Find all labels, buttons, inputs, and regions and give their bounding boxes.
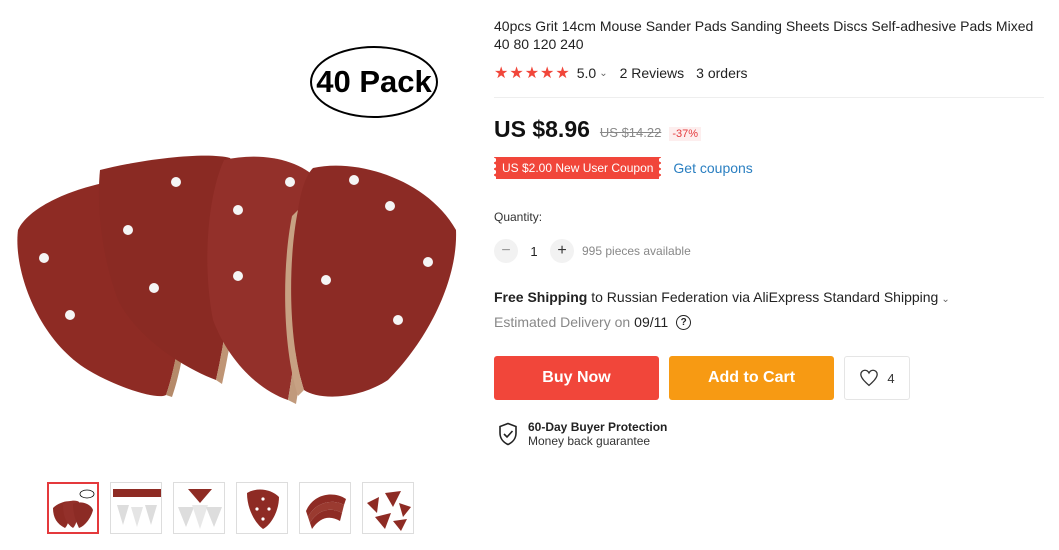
original-price: US $14.22 — [599, 125, 662, 140]
thumbnail-3[interactable] — [173, 482, 225, 534]
get-coupons-link[interactable]: Get coupons — [673, 160, 752, 176]
divider — [494, 97, 1044, 98]
help-icon[interactable]: ? — [676, 314, 692, 330]
rating-value[interactable]: 5.0 — [577, 65, 596, 81]
orders-count: 3 orders — [696, 65, 748, 81]
thumbnail-6[interactable] — [362, 482, 414, 534]
thumbnail-strip — [47, 482, 414, 534]
delivery-date: 09/11 — [634, 314, 669, 330]
wishlist-button[interactable]: 4 — [844, 356, 910, 400]
quantity-increase-button[interactable]: + — [550, 239, 574, 263]
quantity-stepper: − 1 + 995 pieces available — [494, 239, 691, 263]
thumbnail-2[interactable] — [110, 482, 162, 534]
delivery-label: Estimated Delivery on — [494, 314, 631, 330]
price-row: US $8.96 US $14.22 -37% — [494, 116, 702, 143]
rating-row: ★★★★★ 5.0 ⌄ 2 Reviews 3 orders — [494, 63, 748, 83]
shipping-destination: to Russian Federation via AliExpress Sta… — [587, 289, 939, 305]
product-gallery: 40 Pack — [0, 0, 480, 550]
new-user-coupon[interactable]: US $2.00 New User Coupon — [491, 157, 664, 179]
chevron-down-icon[interactable]: ⌄ — [599, 68, 607, 79]
current-price: US $8.96 — [494, 116, 590, 142]
protection-subtitle: Money back guarantee — [528, 434, 651, 448]
quantity-label: Quantity: — [494, 210, 543, 224]
quantity-decrease-button[interactable]: − — [494, 239, 518, 263]
pack-label: 40 Pack — [310, 46, 438, 118]
buy-now-button[interactable]: Buy Now — [494, 356, 659, 400]
thumbnail-1[interactable] — [47, 482, 99, 534]
star-rating-icon: ★★★★★ — [494, 65, 571, 82]
pieces-available: 995 pieces available — [582, 244, 691, 258]
buyer-protection: 60-Day Buyer Protection Money back guara… — [498, 420, 667, 448]
reviews-link[interactable]: 2 Reviews — [620, 65, 685, 81]
chevron-down-icon[interactable]: ⌄ — [941, 294, 949, 305]
add-to-cart-button[interactable]: Add to Cart — [669, 356, 834, 400]
protection-title: 60-Day Buyer Protection — [528, 420, 668, 434]
shipping-row[interactable]: Free Shipping to Russian Federation via … — [494, 289, 962, 305]
thumbnail-4[interactable] — [236, 482, 288, 534]
heart-icon — [860, 369, 879, 387]
quantity-input[interactable]: 1 — [518, 244, 550, 259]
shield-check-icon — [499, 422, 517, 446]
product-title: 40pcs Grit 14cm Mouse Sander Pads Sandin… — [494, 18, 1034, 52]
wishlist-count: 4 — [887, 370, 895, 386]
discount-badge: -37% — [669, 127, 702, 141]
thumbnail-5[interactable] — [299, 482, 351, 534]
delivery-row: Estimated Delivery on 09/11 ? — [494, 314, 692, 330]
free-shipping-label: Free Shipping — [494, 289, 588, 305]
coupon-row: US $2.00 New User Coupon Get coupons — [491, 157, 753, 179]
